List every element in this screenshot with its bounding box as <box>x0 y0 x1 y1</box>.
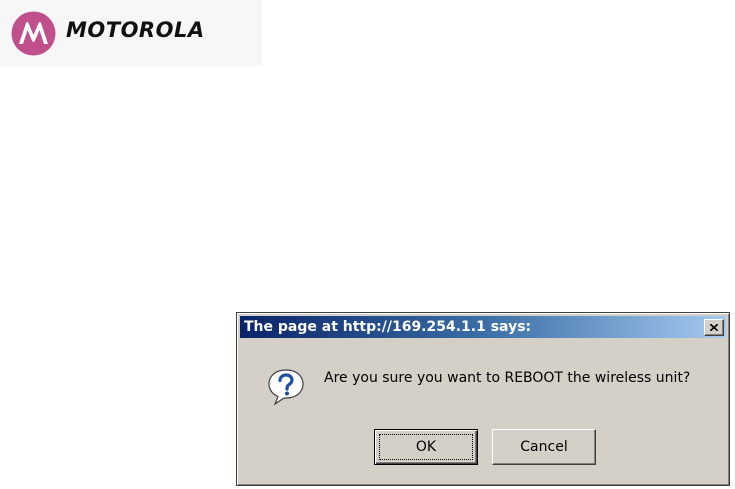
dialog-title: The page at http://169.254.1.1 says: <box>244 319 532 335</box>
logo-wordmark: MOTOROLA <box>66 18 205 42</box>
ok-button-label: OK <box>379 434 473 460</box>
confirm-dialog: The page at http://169.254.1.1 says: Are… <box>236 312 730 486</box>
header-logo-area: MOTOROLA <box>0 0 262 66</box>
dialog-titlebar[interactable]: The page at http://169.254.1.1 says: <box>240 316 726 338</box>
ok-button[interactable]: OK <box>374 429 478 465</box>
close-icon <box>710 324 718 331</box>
motorola-batwing-icon <box>11 11 56 56</box>
dialog-message: Are you sure you want to REBOOT the wire… <box>324 370 691 386</box>
close-button[interactable] <box>704 319 724 336</box>
question-icon <box>268 369 304 406</box>
cancel-button[interactable]: Cancel <box>492 429 596 465</box>
